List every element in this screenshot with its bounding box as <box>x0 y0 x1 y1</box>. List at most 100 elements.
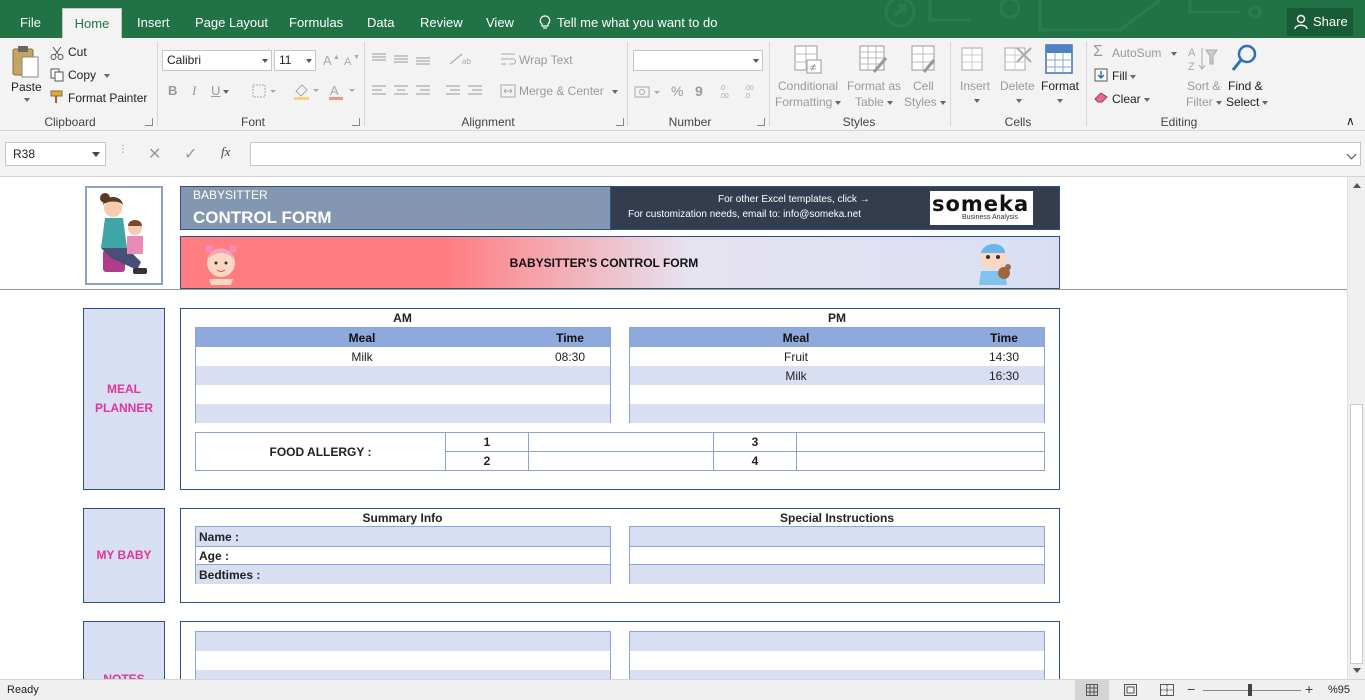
number-launcher-icon[interactable] <box>757 118 765 126</box>
table-row[interactable] <box>196 404 610 423</box>
format-painter-button[interactable]: Format Painter <box>68 91 147 105</box>
scroll-thumb[interactable] <box>1350 404 1363 664</box>
name-box[interactable]: R38 <box>5 142 106 166</box>
tab-data[interactable]: Data <box>367 8 394 38</box>
table-row[interactable] <box>630 632 1044 651</box>
cell-styles-button[interactable]: Cell <box>913 79 934 93</box>
pm-time-cell[interactable] <box>962 404 1046 423</box>
pm-time-cell[interactable]: 16:30 <box>962 366 1046 385</box>
font-color-icon[interactable]: A <box>327 82 357 100</box>
merge-center-button[interactable]: Merge & Center <box>519 84 618 98</box>
zoom-in-icon[interactable]: + <box>1305 681 1313 697</box>
allergy-value-2[interactable] <box>529 452 713 470</box>
paste-button[interactable]: Paste <box>11 80 42 94</box>
table-row[interactable] <box>630 565 1044 584</box>
allergy-value-3[interactable] <box>797 433 1044 451</box>
allergy-value-4[interactable] <box>797 452 1044 470</box>
copy-button[interactable]: Copy <box>68 68 111 82</box>
paste-dropdown-icon[interactable] <box>24 98 30 102</box>
autosum-button[interactable]: AutoSum <box>1112 46 1178 60</box>
am-time-cell[interactable] <box>528 366 612 385</box>
am-time-cell[interactable] <box>528 404 612 423</box>
table-row[interactable] <box>196 651 610 670</box>
conditional-formatting-button[interactable]: Conditional <box>778 79 838 93</box>
tab-formulas[interactable]: Formulas <box>289 8 343 38</box>
delete-cells-dropdown-icon[interactable] <box>1016 99 1022 103</box>
am-meal-cell[interactable] <box>196 366 528 385</box>
tab-review[interactable]: Review <box>420 8 463 38</box>
am-time-cell[interactable] <box>528 385 612 404</box>
font-size-combo[interactable]: 11 <box>274 50 316 71</box>
wrap-text-button[interactable]: Wrap Text <box>519 53 573 67</box>
table-row[interactable] <box>630 404 1044 423</box>
table-row[interactable] <box>630 385 1044 404</box>
format-as-table-button[interactable]: Format as <box>847 79 901 93</box>
insert-cells-button[interactable]: Insert <box>960 79 990 93</box>
tab-file[interactable]: File <box>20 8 41 38</box>
table-row[interactable]: Name : <box>196 527 610 546</box>
table-row[interactable] <box>196 632 610 651</box>
am-meal-cell[interactable] <box>196 385 528 404</box>
font-grow-shrink-icon[interactable]: A ▲ A ▼ <box>322 52 362 68</box>
allergy-value-1[interactable] <box>529 433 713 451</box>
fill-color-icon[interactable] <box>292 82 320 100</box>
table-row[interactable]: Fruit 14:30 <box>630 347 1044 366</box>
percent-style-button[interactable]: % <box>671 83 683 99</box>
delete-cells-button[interactable]: Delete <box>1000 79 1035 93</box>
sort-filter-button[interactable]: Sort & <box>1187 79 1220 93</box>
table-row[interactable] <box>630 527 1044 546</box>
cancel-entry-icon[interactable]: ✕ <box>148 144 161 164</box>
pm-meal-cell[interactable] <box>630 404 962 423</box>
tab-page-layout[interactable]: Page Layout <box>195 8 268 38</box>
table-row[interactable] <box>630 670 1044 679</box>
confirm-entry-icon[interactable]: ✓ <box>184 144 197 164</box>
pm-meal-cell[interactable] <box>630 385 962 404</box>
pm-meal-cell[interactable]: Milk <box>630 366 962 385</box>
table-row[interactable] <box>196 385 610 404</box>
templates-link[interactable]: For other Excel templates, click → <box>718 194 870 205</box>
table-row[interactable]: Age : <box>196 546 610 565</box>
page-break-view-icon[interactable] <box>1160 684 1174 696</box>
table-row[interactable] <box>196 366 610 385</box>
find-select-button[interactable]: Find & <box>1228 79 1263 93</box>
clear-button[interactable]: Clear <box>1112 92 1150 106</box>
vertical-align-icons[interactable]: ab <box>370 52 490 66</box>
collapse-ribbon-icon[interactable]: ∧ <box>1346 114 1355 128</box>
am-time-cell[interactable]: 08:30 <box>528 347 612 366</box>
format-cells-dropdown-icon[interactable] <box>1057 99 1063 103</box>
borders-icon[interactable] <box>252 84 278 98</box>
zoom-out-icon[interactable]: − <box>1187 681 1195 697</box>
number-format-combo[interactable] <box>633 50 763 71</box>
decimal-icons[interactable]: .0.00 .00.0 <box>718 82 768 100</box>
pm-time-cell[interactable]: 14:30 <box>962 347 1046 366</box>
font-name-combo[interactable]: Calibri <box>162 50 272 71</box>
worksheet-area[interactable]: BABYSITTER CONTROL FORM For other Excel … <box>0 177 1347 679</box>
zoom-level[interactable]: %95 <box>1328 684 1350 696</box>
font-launcher-icon[interactable] <box>352 118 360 126</box>
scroll-up-icon[interactable] <box>1353 183 1361 188</box>
cut-button[interactable]: Cut <box>68 45 87 59</box>
table-row[interactable] <box>630 651 1044 670</box>
am-meal-cell[interactable] <box>196 404 528 423</box>
accounting-format-icon[interactable] <box>634 84 664 100</box>
someka-logo[interactable]: someka Business Analysis <box>930 191 1033 225</box>
format-cells-button[interactable]: Format <box>1041 79 1079 93</box>
normal-view-button[interactable] <box>1075 680 1109 700</box>
table-row[interactable]: Bedtimes : <box>196 565 610 584</box>
fill-button[interactable]: Fill <box>1112 69 1137 83</box>
tab-insert[interactable]: Insert <box>137 8 170 38</box>
bold-button[interactable]: B <box>168 83 177 98</box>
zoom-slider-track[interactable] <box>1203 690 1301 691</box>
table-row[interactable]: Milk 08:30 <box>196 347 610 366</box>
am-meal-cell[interactable]: Milk <box>196 347 528 366</box>
italic-button[interactable]: I <box>192 83 196 99</box>
insert-function-icon[interactable]: fx <box>221 144 230 160</box>
pm-meal-cell[interactable]: Fruit <box>630 347 962 366</box>
tab-home[interactable]: Home <box>62 8 122 38</box>
vertical-scrollbar[interactable] <box>1347 177 1365 679</box>
formula-input[interactable] <box>250 142 1361 166</box>
horizontal-align-icons[interactable] <box>370 84 492 98</box>
tab-view[interactable]: View <box>486 8 514 38</box>
clipboard-launcher-icon[interactable] <box>145 118 153 126</box>
alignment-launcher-icon[interactable] <box>616 118 624 126</box>
